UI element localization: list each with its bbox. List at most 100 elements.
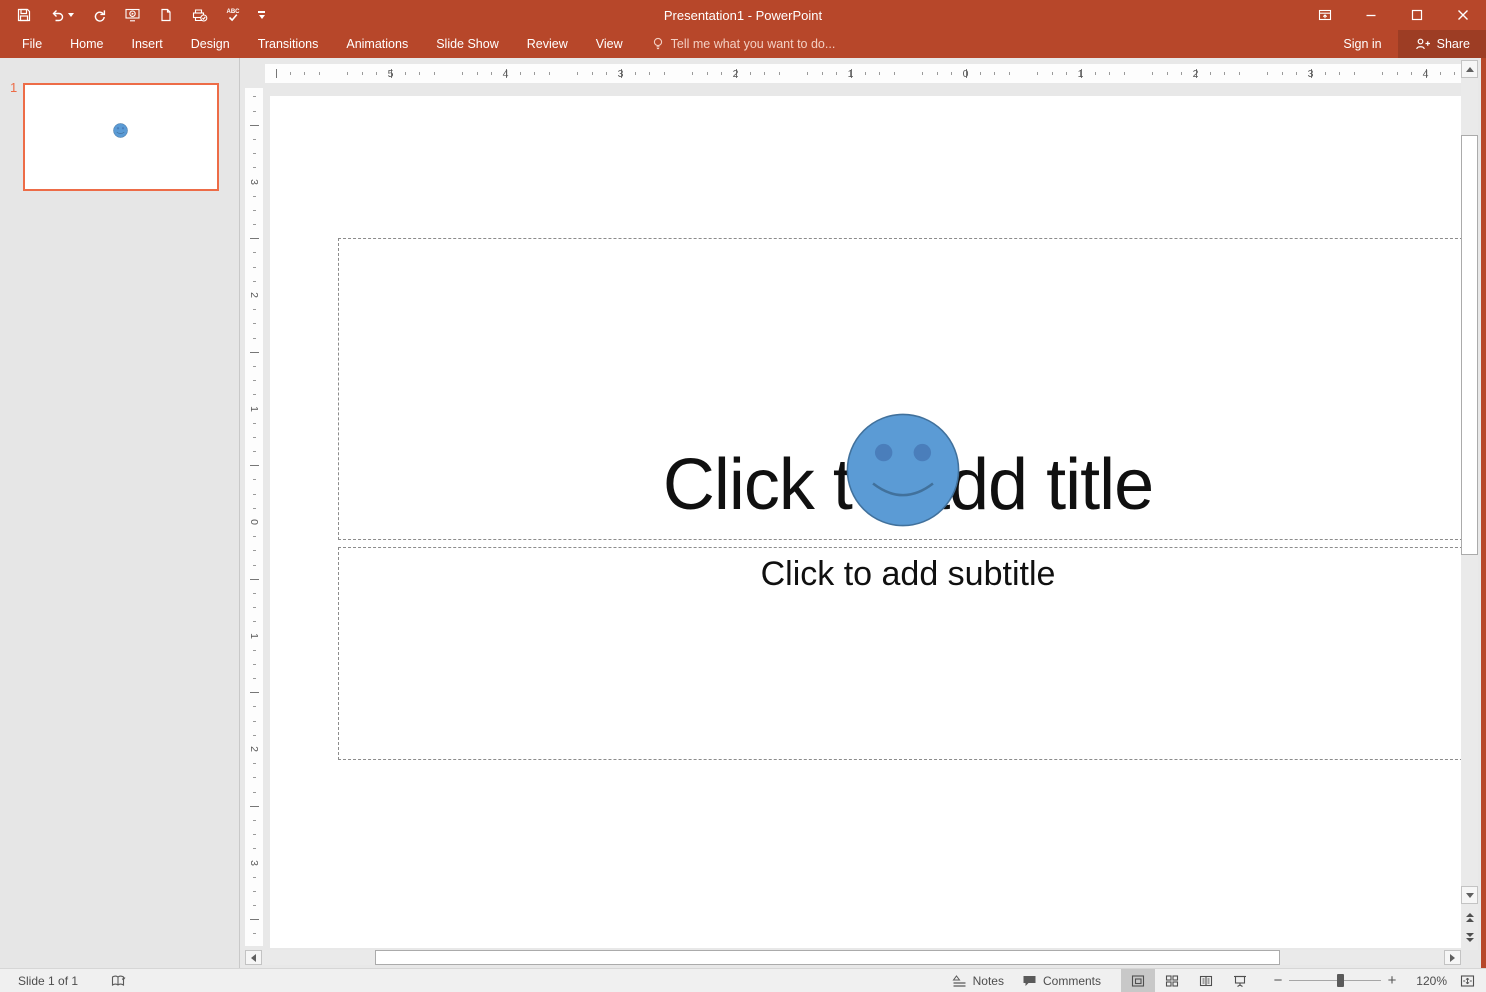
titlebar: ABC Presentation1 - PowerPoint <box>0 0 1486 30</box>
ruler-tick <box>250 806 259 807</box>
ruler-tick <box>253 664 256 665</box>
ruler-tick <box>253 621 256 622</box>
view-shortcut-buttons <box>1121 969 1257 992</box>
previous-slide-button[interactable] <box>1461 908 1478 926</box>
comments-label: Comments <box>1043 974 1101 988</box>
slide-show-button[interactable] <box>1223 969 1257 992</box>
tab-animations[interactable]: Animations <box>332 30 422 58</box>
slide-canvas[interactable]: Click to add title Click to add subtitle <box>270 96 1461 948</box>
subtitle-placeholder[interactable]: Click to add subtitle <box>338 547 1461 760</box>
spelling-button[interactable]: ABC <box>225 7 241 23</box>
h-ruler-number: 3 <box>1308 68 1314 80</box>
v-ruler-number: 3 <box>248 860 260 866</box>
undo-dropdown-icon[interactable] <box>68 13 74 17</box>
tab-review[interactable]: Review <box>513 30 582 58</box>
tab-transitions[interactable]: Transitions <box>244 30 333 58</box>
ruler-tick <box>764 72 765 75</box>
smiley-face-shape[interactable] <box>845 412 961 528</box>
tab-insert[interactable]: Insert <box>118 30 177 58</box>
ruler-tick <box>1109 72 1110 75</box>
customize-qat-button[interactable] <box>258 11 265 19</box>
redo-button[interactable] <box>91 7 107 23</box>
save-button[interactable] <box>16 7 32 23</box>
comments-button[interactable]: Comments <box>1022 974 1101 988</box>
reading-view-icon <box>1198 973 1214 989</box>
ruler-tick <box>419 72 420 75</box>
vertical-scrollbar[interactable] <box>1461 60 1478 950</box>
vertical-scrollbar-thumb[interactable] <box>1461 135 1478 555</box>
v-ruler-number: 1 <box>248 633 260 639</box>
ruler-tick <box>253 536 256 537</box>
tab-file[interactable]: File <box>8 30 56 58</box>
scroll-right-button[interactable] <box>1444 950 1461 965</box>
ruler-tick <box>1167 72 1168 75</box>
ruler-tick <box>253 494 256 495</box>
ruler-tick <box>253 394 256 395</box>
share-button[interactable]: Share <box>1398 30 1486 58</box>
tab-view[interactable]: View <box>582 30 637 58</box>
ruler-tick <box>250 465 259 466</box>
spell-check-icon[interactable] <box>110 973 127 989</box>
ruler-tick <box>1454 72 1455 75</box>
close-button[interactable] <box>1440 0 1486 30</box>
sign-in-button[interactable]: Sign in <box>1327 37 1397 51</box>
ruler-tick <box>253 508 256 509</box>
ruler-tick <box>1440 72 1441 75</box>
zoom-slider[interactable] <box>1289 980 1381 982</box>
ruler-tick <box>664 72 665 75</box>
maximize-button[interactable] <box>1394 0 1440 30</box>
tab-design[interactable]: Design <box>177 30 244 58</box>
ribbon-tab-bar: File Home Insert Design Transitions Anim… <box>0 30 1486 58</box>
h-ruler-number: 1 <box>848 68 854 80</box>
zoom-in-button[interactable]: + <box>1385 973 1399 988</box>
ruler-tick <box>491 72 492 75</box>
reading-view-button[interactable] <box>1189 969 1223 992</box>
scroll-up-button[interactable] <box>1461 60 1478 78</box>
ruler-tick <box>347 72 348 75</box>
horizontal-scrollbar-thumb[interactable] <box>375 950 1280 965</box>
ruler-tick <box>980 72 981 75</box>
slide-thumbnail[interactable] <box>23 83 219 191</box>
undo-button[interactable] <box>49 7 74 23</box>
normal-view-button[interactable] <box>1121 969 1155 992</box>
triangle-right-icon <box>1450 954 1455 962</box>
window-controls <box>1302 0 1486 30</box>
lightbulb-icon <box>651 36 665 52</box>
ruler-tick <box>1282 72 1283 75</box>
minimize-button[interactable] <box>1348 0 1394 30</box>
tab-home[interactable]: Home <box>56 30 117 58</box>
triangle-down-icon <box>1466 893 1474 898</box>
share-icon <box>1414 36 1431 52</box>
zoom-out-button[interactable]: − <box>1271 973 1285 988</box>
tab-slide-show[interactable]: Slide Show <box>422 30 513 58</box>
tell-me-label: Tell me what you want to do... <box>671 37 836 51</box>
triangle-left-icon <box>251 954 256 962</box>
notes-button[interactable]: Notes <box>952 974 1004 988</box>
new-file-button[interactable] <box>158 7 174 23</box>
minimize-icon <box>1365 9 1377 21</box>
slide-sorter-button[interactable] <box>1155 969 1189 992</box>
fit-slide-button[interactable] <box>1459 973 1476 989</box>
next-slide-button[interactable] <box>1461 928 1478 946</box>
ruler-tick <box>721 72 722 75</box>
scroll-down-button[interactable] <box>1461 886 1478 904</box>
statusbar: Slide 1 of 1 Notes Comments <box>0 968 1486 992</box>
slide-editor-area: 5432101234 3210123 Click to add title Cl… <box>240 58 1486 968</box>
scroll-left-button[interactable] <box>245 950 262 965</box>
quick-print-button[interactable] <box>191 7 208 23</box>
zoom-level[interactable]: 120% <box>1411 974 1447 988</box>
ruler-tick <box>250 919 259 920</box>
tell-me-box[interactable]: Tell me what you want to do... <box>651 36 836 52</box>
ruler-tick <box>649 72 650 75</box>
start-from-beginning-button[interactable] <box>124 7 141 23</box>
ruler-tick <box>994 72 995 75</box>
ribbon-display-options-button[interactable] <box>1302 0 1348 30</box>
zoom-slider-thumb[interactable] <box>1337 974 1344 987</box>
ruler-tick <box>253 267 256 268</box>
horizontal-scrollbar[interactable] <box>245 950 1461 965</box>
ruler-tick <box>1037 72 1038 75</box>
h-ruler-number: 4 <box>503 68 509 80</box>
fit-slide-icon <box>1459 973 1476 989</box>
ruler-tick <box>253 820 256 821</box>
slide-sorter-icon <box>1164 973 1180 989</box>
